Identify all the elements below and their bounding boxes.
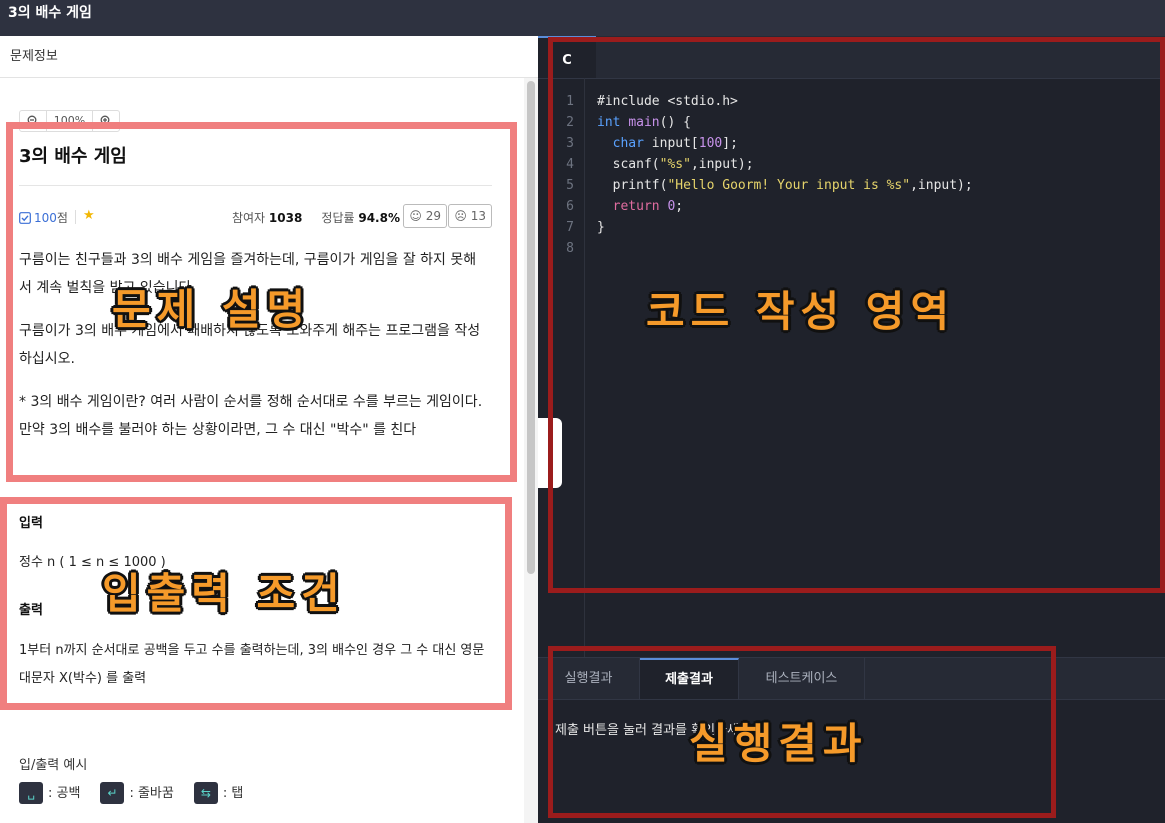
annotation-label-result: 실행결과 [689, 719, 868, 768]
key-legend: ␣: 공백 ↵: 줄바꿈 ⇆: 탭 [19, 782, 243, 804]
annotation-label-io: 입출력 조건 [102, 569, 346, 618]
window-title: 3의 배수 게임 [8, 5, 92, 21]
annotation-label-code: 코드 작성 영역 [646, 287, 956, 336]
tab-key-icon: ⇆ [193, 782, 218, 804]
annotation-label-problem: 문제 설명 [112, 285, 312, 334]
space-key-icon: ␣ [19, 782, 43, 804]
window-title-bar: 3의 배수 게임 [0, 0, 1165, 36]
legend-item: ↵: 줄바꿈 [100, 782, 174, 804]
scrollbar-thumb[interactable] [527, 81, 535, 574]
enter-key-icon: ↵ [100, 782, 125, 804]
example-heading: 입/출력 예시 [19, 758, 88, 773]
legend-item: ⇆: 탭 [193, 782, 243, 804]
legend-item: ␣: 공백 [19, 782, 80, 804]
problem-info-header: 문제정보 [0, 36, 538, 78]
